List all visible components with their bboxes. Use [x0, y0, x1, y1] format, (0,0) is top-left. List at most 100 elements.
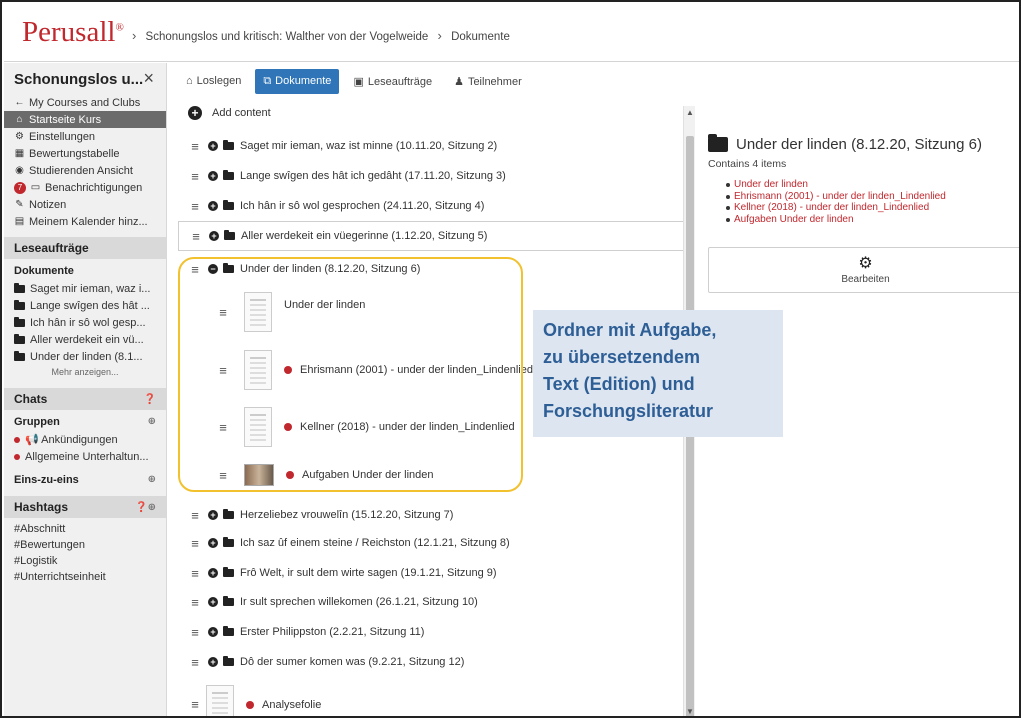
folder-item-3[interactable]: ≡ Aufgaben Under der linden [178, 459, 684, 491]
expand-icon[interactable]: + [208, 538, 218, 548]
tab-loslegen[interactable]: ⌂ Loslegen [178, 69, 249, 93]
scroll-down-icon[interactable]: ▼ [684, 707, 696, 716]
sidebar-item-4[interactable]: ◉ Studierenden Ansicht [4, 162, 166, 179]
panel-item-link-0[interactable]: Under der linden [726, 179, 946, 191]
add-chat-icon[interactable]: ⊕ [148, 474, 156, 486]
drag-handle-icon[interactable]: ≡ [216, 363, 230, 378]
drag-handle-icon[interactable]: ≡ [216, 468, 230, 483]
sidebar-document-label: Aller werdekeit ein vü... [30, 333, 144, 346]
drag-handle-icon[interactable]: ≡ [188, 508, 202, 523]
sidebar-item-6[interactable]: ✎ Notizen [4, 196, 166, 213]
folder-row-0[interactable]: ≡ + Saget mir ieman, waz ist minne (10.11.… [178, 131, 684, 161]
folder-icon [224, 230, 235, 240]
expand-icon[interactable]: + [208, 597, 218, 607]
drag-handle-icon[interactable]: ≡ [188, 595, 202, 610]
drag-handle-icon[interactable]: ≡ [188, 169, 202, 184]
panel-item-link-2[interactable]: Kellner (2018) - under der linden_Linden… [726, 202, 946, 214]
folder-item-label: Kellner (2018) - under der linden_Linden… [300, 421, 515, 433]
sidebar-document-0[interactable]: Saget mir ieman, waz i... [4, 280, 166, 297]
drag-handle-icon[interactable]: ≡ [188, 199, 202, 214]
perusall-logo[interactable]: Perusall® [22, 16, 124, 49]
copy-icon: ⧉ [263, 74, 272, 87]
panel-item-link-1[interactable]: Ehrismann (2001) - under der linden_Lind… [726, 191, 946, 203]
expand-icon[interactable]: + [208, 171, 218, 181]
drag-handle-icon[interactable]: ≡ [188, 697, 202, 712]
sidebar-item-label: Startseite Kurs [29, 113, 102, 126]
drag-handle-icon[interactable]: ≡ [188, 262, 202, 277]
breadcrumb-documents[interactable]: Dokumente [451, 31, 510, 43]
expand-icon[interactable]: + [208, 568, 218, 578]
folder-row-bottom-1[interactable]: ≡ + Ich saz ûf einem steine / Reichston (1… [178, 528, 684, 558]
plus-icon: + [188, 106, 202, 120]
hashtag-item-2[interactable]: #Logistik [4, 553, 166, 569]
drag-handle-icon[interactable]: ≡ [216, 305, 230, 320]
folder-row-bottom-0[interactable]: ≡ + Herzeliebez vrouwelîn (15.12.20, Sitzu… [178, 500, 684, 530]
close-icon[interactable]: × [143, 68, 154, 89]
group-item-0[interactable]: 📢 Ankündigungen [4, 431, 166, 448]
sidebar-item-3[interactable]: ▦ Bewertungstabelle [4, 145, 166, 162]
folder-row-bottom-5[interactable]: ≡ + Dô der sumer komen was (9.2.21, Sitzun… [178, 647, 684, 677]
folder-icon [14, 282, 25, 293]
hashtag-item-0[interactable]: #Abschnitt [4, 521, 166, 537]
scroll-up-icon[interactable]: ▲ [684, 108, 696, 117]
drag-handle-icon[interactable]: ≡ [188, 655, 202, 670]
hashtag-item-1[interactable]: #Bewertungen [4, 537, 166, 553]
expand-icon[interactable]: + [209, 231, 219, 241]
tab-leseaufträge[interactable]: ▣ Leseaufträge [345, 69, 440, 94]
expand-icon[interactable]: + [208, 141, 218, 151]
sidebar-item-7[interactable]: ▤ Meinem Kalender hinz... [4, 213, 166, 230]
add-content-button[interactable]: + Add content [178, 102, 684, 128]
expand-icon[interactable]: + [208, 510, 218, 520]
folder-row-bottom-3[interactable]: ≡ + Ir sult sprechen willekomen (26.1.21, … [178, 587, 684, 617]
group-item-1[interactable]: Allgemeine Unterhaltun... [4, 448, 166, 465]
help-icon[interactable]: ❓ [144, 394, 156, 405]
groups-header-label: Gruppen [14, 416, 60, 428]
drag-handle-icon[interactable]: ≡ [189, 229, 203, 244]
drag-handle-icon[interactable]: ≡ [188, 625, 202, 640]
panel-item-link-3[interactable]: Aufgaben Under der linden [726, 214, 946, 226]
sidebar-document-2[interactable]: Ich hân ir sô wol gesp... [4, 314, 166, 331]
hashtag-actions-icon[interactable]: ❓⊕ [135, 502, 156, 513]
folder-row-bottom-2[interactable]: ≡ + Frô Welt, ir sult dem wirte sagen (19.… [178, 558, 684, 588]
sidebar-item-label: Benachrichtigungen [45, 181, 143, 194]
open-folder-row-0[interactable]: ≡ − Under der linden (8.12.20, Sitzung 6) [178, 254, 684, 284]
add-group-icon[interactable]: ⊕ [148, 416, 156, 428]
tab-teilnehmer[interactable]: ♟ Teilnehmer [446, 69, 530, 94]
assignments-header[interactable]: Leseaufträge [4, 237, 166, 259]
sidebar-item-1[interactable]: ⌂ Startseite Kurs [4, 111, 166, 128]
folder-row-1[interactable]: ≡ + Lange swîgen des hât ich gedâht (17.11… [178, 161, 684, 191]
document-thumbnail [244, 350, 272, 390]
sidebar-document-3[interactable]: Aller werdekeit ein vü... [4, 331, 166, 348]
unread-dot [284, 423, 292, 431]
hashtag-item-3[interactable]: #Unterrichtseinheit [4, 569, 166, 585]
sidebar-item-5[interactable]: 7 ▭ Benachrichtigungen [4, 179, 166, 196]
edit-button[interactable]: ⚙ Bearbeiten [708, 247, 1019, 293]
folder-label: Saget mir ieman, waz ist minne (10.11.20… [240, 140, 498, 152]
collapse-icon[interactable]: − [208, 264, 218, 274]
expand-icon[interactable]: + [208, 657, 218, 667]
sidebar-item-2[interactable]: ⚙ Einstellungen [4, 128, 166, 145]
expand-icon[interactable]: + [208, 201, 218, 211]
folder-row-3[interactable]: ≡ + Aller werdekeit ein vüegerinne (1.12.2… [178, 221, 684, 251]
drag-handle-icon[interactable]: ≡ [188, 139, 202, 154]
gear-icon: ⚙ [858, 255, 873, 272]
show-more-link[interactable]: Mehr anzeigen... [4, 365, 166, 381]
tab-label: Teilnehmer [467, 75, 522, 88]
folder-row-bottom-4[interactable]: ≡ + Erster Philippston (2.2.21, Sitzung 11… [178, 617, 684, 647]
unread-dot [286, 471, 294, 479]
drag-handle-icon[interactable]: ≡ [216, 420, 230, 435]
unread-dot [14, 453, 20, 460]
sidebar-document-1[interactable]: Lange swîgen des hât ... [4, 297, 166, 314]
hashtag-list: #Abschnitt #Bewertungen #Logistik #Unterric… [4, 518, 166, 585]
drag-handle-icon[interactable]: ≡ [188, 536, 202, 551]
tab-dokumente[interactable]: ⧉ Dokumente [255, 68, 340, 94]
sidebar-document-4[interactable]: Under der linden (8.1... [4, 348, 166, 365]
sidebar-item-0[interactable]: ← My Courses and Clubs [4, 94, 166, 111]
expand-icon[interactable]: + [208, 627, 218, 637]
folder-row-2[interactable]: ≡ + Ich hân ir sô wol gesprochen (24.11.20… [178, 191, 684, 221]
sidebar-document-label: Ich hân ir sô wol gesp... [30, 316, 146, 329]
document-row-analysefolie[interactable]: ≡ Analysefolie [178, 682, 684, 716]
drag-handle-icon[interactable]: ≡ [188, 566, 202, 581]
breadcrumb-course[interactable]: Schonungslos und kritisch: Walther von d… [146, 31, 429, 43]
folder-icon [223, 509, 234, 519]
